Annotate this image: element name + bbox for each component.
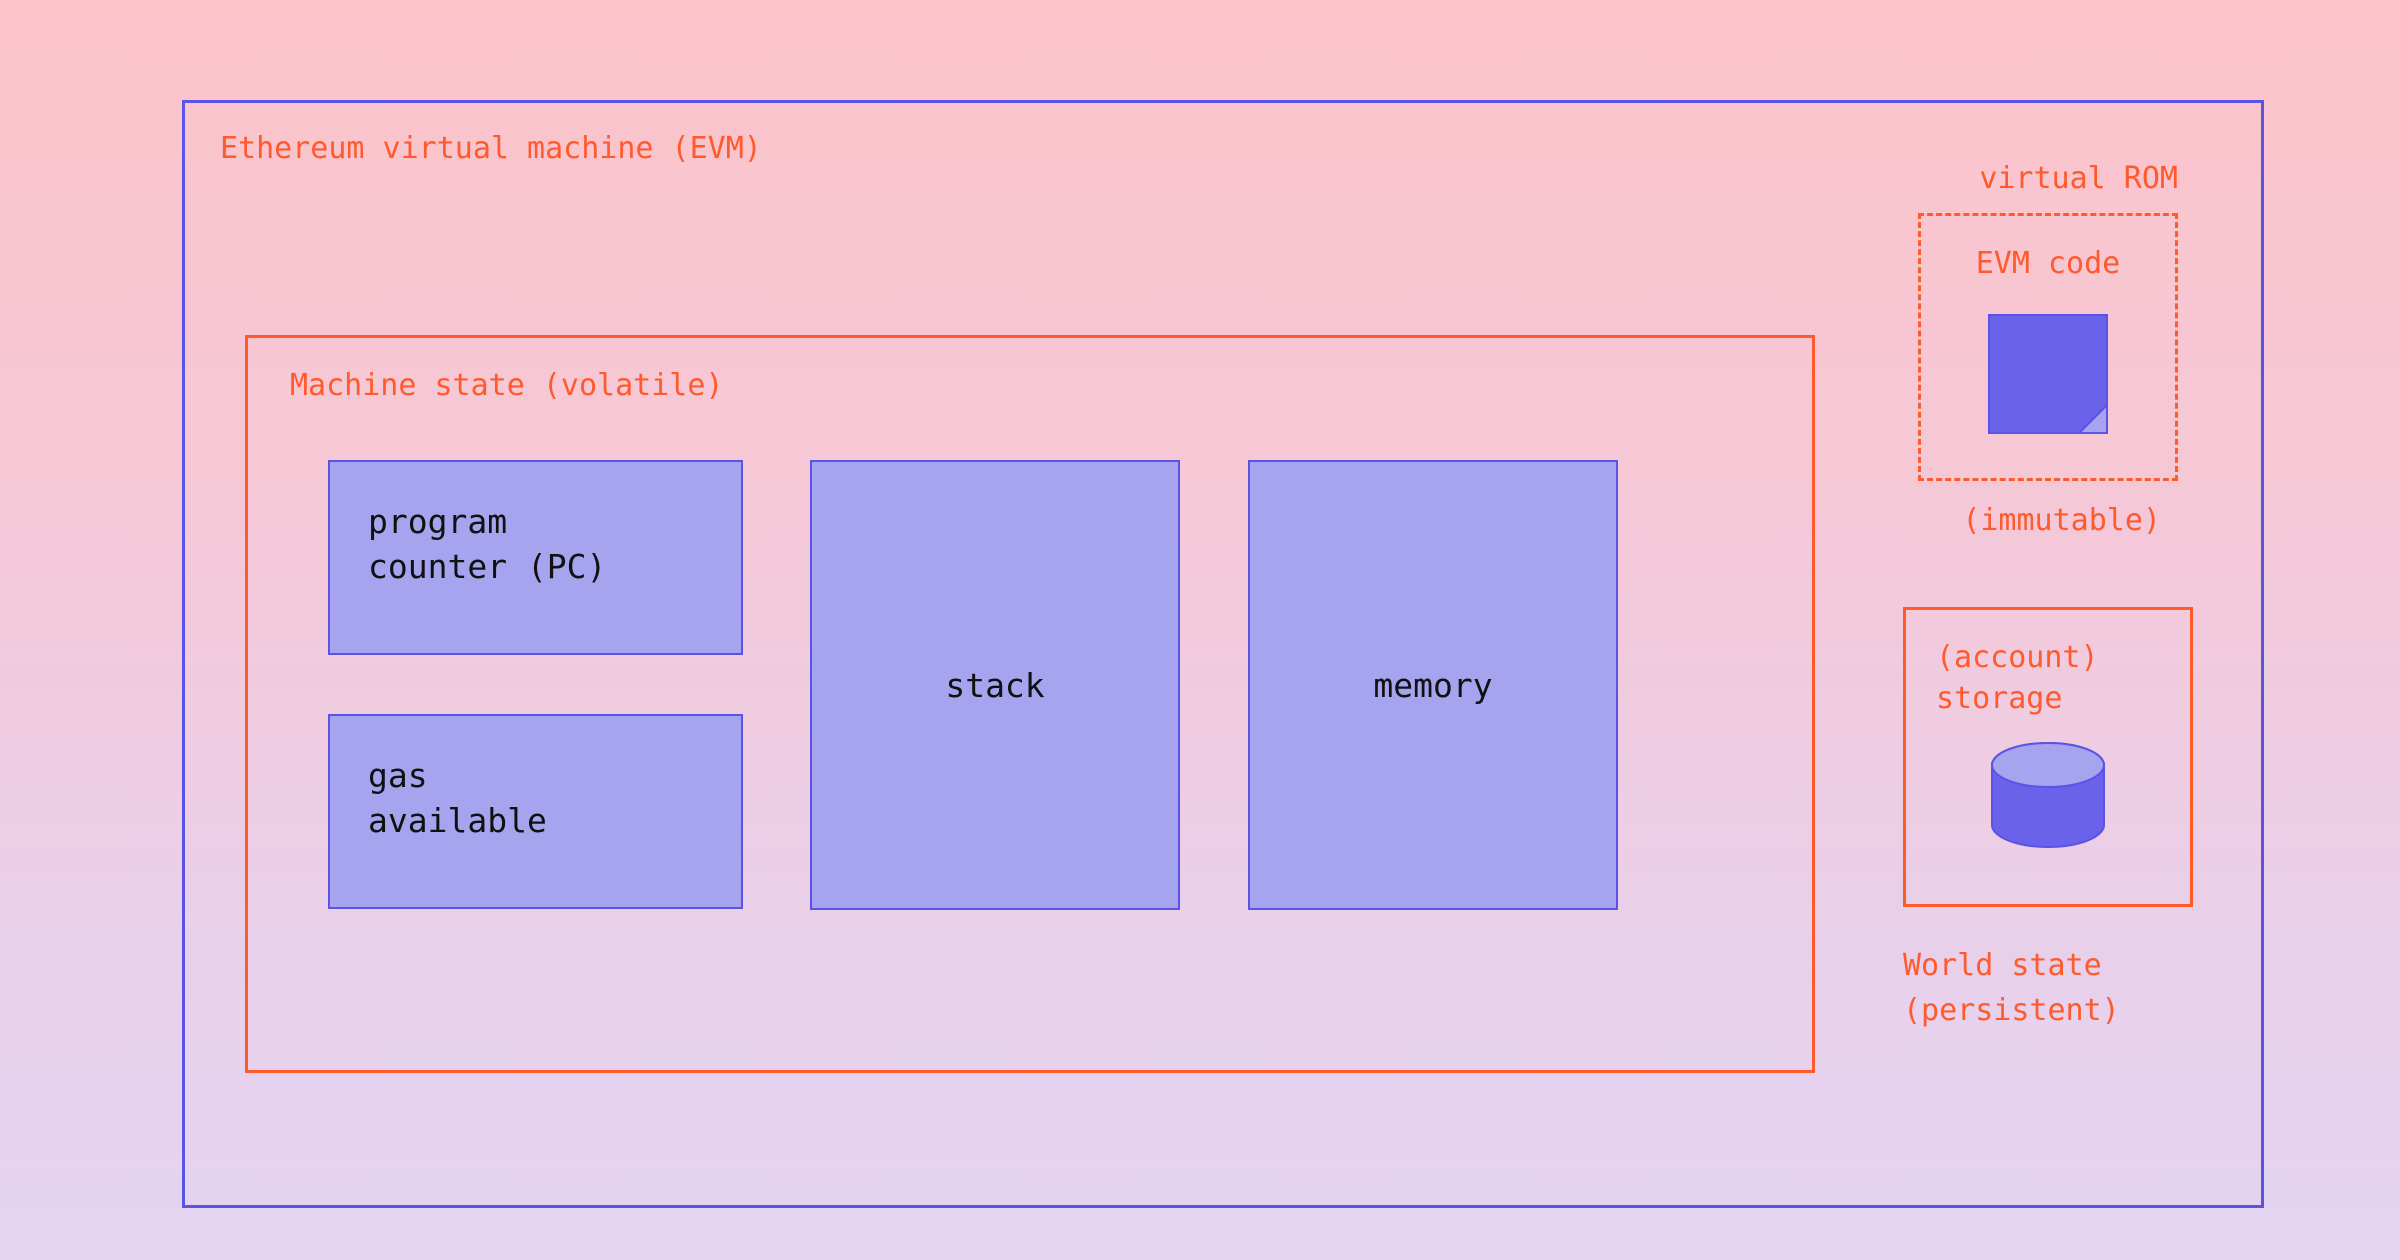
program-counter-box: program counter (PC): [328, 460, 743, 655]
immutable-label: (immutable): [1962, 503, 2161, 538]
machine-state-title: Machine state (volatile): [290, 368, 723, 403]
gas-available-box: gas available: [328, 714, 743, 909]
storage-line1: (account): [1936, 638, 2160, 679]
gas-label-line1: gas: [368, 754, 703, 799]
database-icon: [1978, 737, 2118, 857]
diagram-canvas: Ethereum virtual machine (EVM) Machine s…: [30, 30, 2370, 1230]
evm-container: Ethereum virtual machine (EVM) Machine s…: [182, 100, 2264, 1208]
world-state-label: World state (persistent): [1903, 943, 2193, 1033]
evm-code-label: EVM code: [1921, 246, 2175, 281]
pc-label-line1: program: [368, 500, 703, 545]
stack-box: stack: [810, 460, 1180, 910]
machine-state-container: Machine state (volatile) program counter…: [245, 335, 1815, 1073]
world-state-line1: World state: [1903, 943, 2193, 988]
memory-label: memory: [1373, 666, 1492, 705]
world-state-line2: (persistent): [1903, 988, 2193, 1033]
memory-box: memory: [1248, 460, 1618, 910]
stack-label: stack: [945, 666, 1044, 705]
pc-label-line2: counter (PC): [368, 545, 703, 590]
gas-label-line2: available: [368, 799, 703, 844]
evm-title: Ethereum virtual machine (EVM): [220, 131, 762, 166]
document-icon: [1983, 309, 2113, 439]
virtual-rom-box: EVM code: [1918, 213, 2178, 481]
storage-line2: storage: [1936, 679, 2160, 720]
storage-title: (account) storage: [1936, 638, 2160, 719]
account-storage-box: (account) storage: [1903, 607, 2193, 907]
virtual-rom-label: virtual ROM: [1979, 161, 2178, 196]
